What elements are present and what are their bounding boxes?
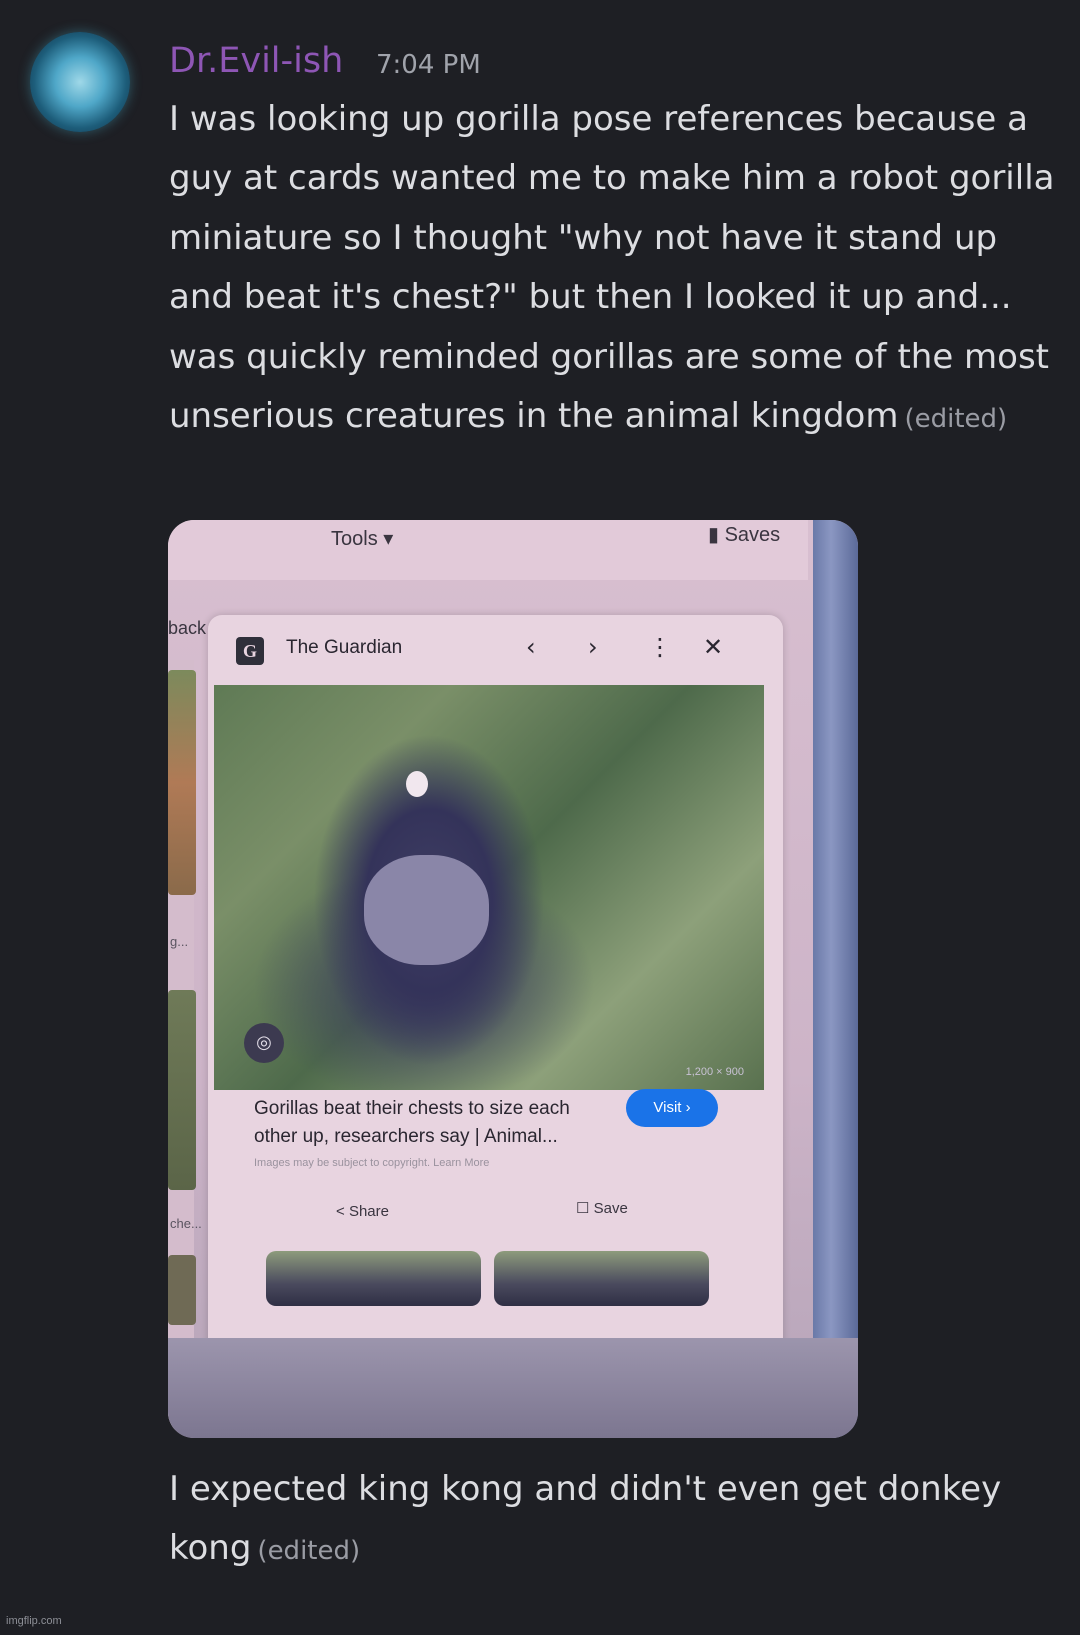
image-attachment[interactable]: Tools ▾ ▮ Saves back g... che... G The G… — [168, 520, 858, 1438]
monitor-bezel — [813, 520, 858, 1438]
background-result-text: g... — [170, 934, 189, 949]
bookmark-icon: ▮ — [708, 524, 720, 546]
gorilla-mouth — [406, 771, 428, 797]
save-button: ☐ Save — [576, 1199, 628, 1217]
save-label: Save — [593, 1200, 628, 1217]
message-text-second: I expected king kong and didn't even get… — [169, 1460, 1069, 1582]
gorilla-photo: ◎ 1,200 × 900 — [214, 685, 764, 1090]
message-timestamp: 7:04 PM — [376, 50, 481, 80]
image-dimensions: 1,200 × 900 — [685, 1066, 744, 1078]
image-preview-panel: G The Guardian ‹ › ⋮ ✕ ◎ 1,200 × 900 Gor… — [208, 615, 783, 1385]
message-text-first: I was looking up gorilla pose references… — [169, 90, 1069, 449]
background-thumbnail — [168, 670, 196, 895]
related-thumbnail — [266, 1251, 481, 1306]
background-thumbnail — [168, 990, 196, 1190]
chevron-right-icon: › — [588, 633, 598, 661]
guardian-logo-icon: G — [236, 637, 264, 665]
saves-link: ▮ Saves — [708, 522, 780, 547]
share-button: < Share — [336, 1203, 389, 1220]
back-label: back — [168, 618, 207, 638]
result-caption: Gorillas beat their chests to size each … — [254, 1098, 570, 1147]
share-icon: < — [336, 1203, 345, 1220]
lens-search-icon: ◎ — [244, 1023, 284, 1063]
chevron-left-icon: ‹ — [526, 633, 536, 661]
monitor-bottom-edge — [168, 1338, 858, 1438]
author-avatar[interactable] — [30, 32, 130, 132]
gorilla-chest — [364, 855, 489, 965]
more-vertical-icon: ⋮ — [648, 633, 672, 661]
background-result-text: che... — [170, 1216, 202, 1231]
share-label: Share — [348, 1203, 389, 1220]
edited-label: (edited) — [904, 404, 1008, 435]
visit-button: Visit › — [626, 1089, 718, 1127]
saves-label: Saves — [724, 524, 781, 546]
edited-label: (edited) — [257, 1536, 361, 1567]
bookmark-outline-icon: ☐ — [576, 1200, 590, 1217]
source-name: The Guardian — [286, 637, 403, 658]
imgflip-watermark: imgflip.com — [6, 1615, 62, 1627]
close-icon: ✕ — [703, 633, 724, 661]
related-thumbnail — [494, 1251, 709, 1306]
author-username[interactable]: Dr.Evil-ish — [169, 38, 343, 84]
copyright-notice: Images may be subject to copyright. Lear… — [254, 1157, 490, 1169]
message-body: I was looking up gorilla pose references… — [169, 99, 1055, 437]
background-thumbnail — [168, 1255, 196, 1325]
tools-menu: Tools ▾ — [331, 528, 394, 550]
